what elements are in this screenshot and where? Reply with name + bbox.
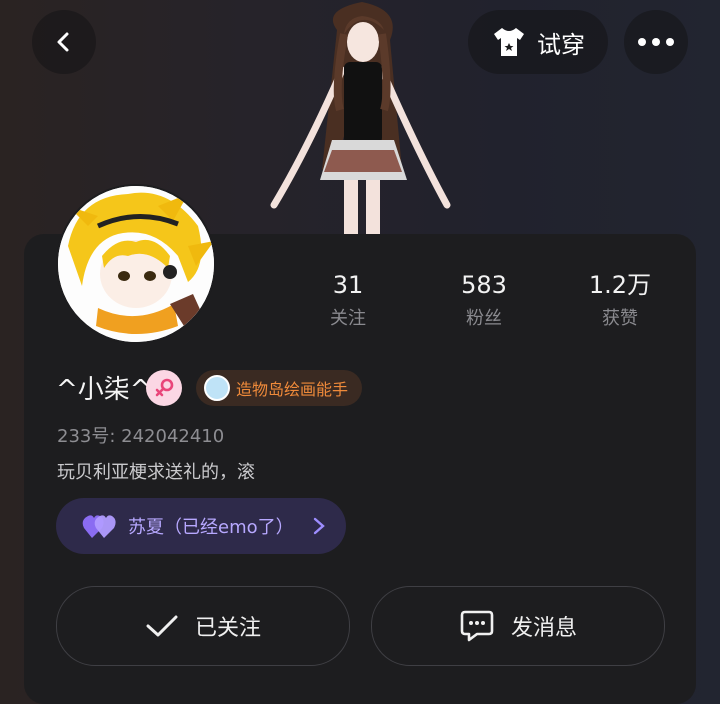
checkmark-icon xyxy=(146,615,178,637)
stat-following-value: 31 xyxy=(332,271,364,299)
relationship-label: 苏夏（已经emo了） xyxy=(128,517,294,538)
message-bubble-icon xyxy=(460,610,494,642)
gender-female-badge xyxy=(146,370,182,406)
bio: 玩贝利亚梗求送礼的，滚 xyxy=(57,462,255,483)
username: ^小柒^ xyxy=(56,375,152,405)
stat-likes-value: 1.2万 xyxy=(588,271,652,299)
avatar-illustration xyxy=(58,186,214,342)
more-dots-icon xyxy=(638,38,674,46)
female-symbol-icon xyxy=(155,378,174,397)
try-on-button[interactable]: 试穿 xyxy=(468,10,608,74)
avatar-3d-character xyxy=(270,2,451,240)
stat-fans-value: 583 xyxy=(461,271,507,299)
more-button[interactable] xyxy=(624,10,688,74)
stat-following-label: 关注 xyxy=(330,308,366,329)
back-button[interactable] xyxy=(32,10,96,74)
badge-avatar-icon xyxy=(204,375,230,401)
stat-fans[interactable]: 583 粉丝 xyxy=(429,268,539,330)
send-message-button[interactable]: 发消息 xyxy=(371,586,665,666)
user-id: 233号: 242042410 xyxy=(57,426,225,447)
followed-button[interactable]: 已关注 xyxy=(56,586,350,666)
stat-fans-label: 粉丝 xyxy=(466,308,502,329)
badge-label: 造物岛绘画能手 xyxy=(236,380,349,399)
chevron-right-icon xyxy=(313,517,325,535)
double-heart-icon xyxy=(82,515,116,538)
achievement-badge[interactable]: 造物岛绘画能手 xyxy=(196,370,363,406)
relationship-pill[interactable]: 苏夏（已经emo了） xyxy=(56,498,346,554)
tshirt-icon xyxy=(494,28,524,56)
stat-likes-label: 获赞 xyxy=(602,308,638,329)
stat-following[interactable]: 31 关注 xyxy=(293,268,403,330)
back-arrow-icon xyxy=(57,32,69,52)
stat-likes[interactable]: 1.2万 获赞 xyxy=(565,268,675,330)
send-message-label: 发消息 xyxy=(510,616,577,641)
followed-label: 已关注 xyxy=(194,616,261,641)
try-on-label: 试穿 xyxy=(537,30,585,59)
avatar[interactable] xyxy=(56,184,216,344)
